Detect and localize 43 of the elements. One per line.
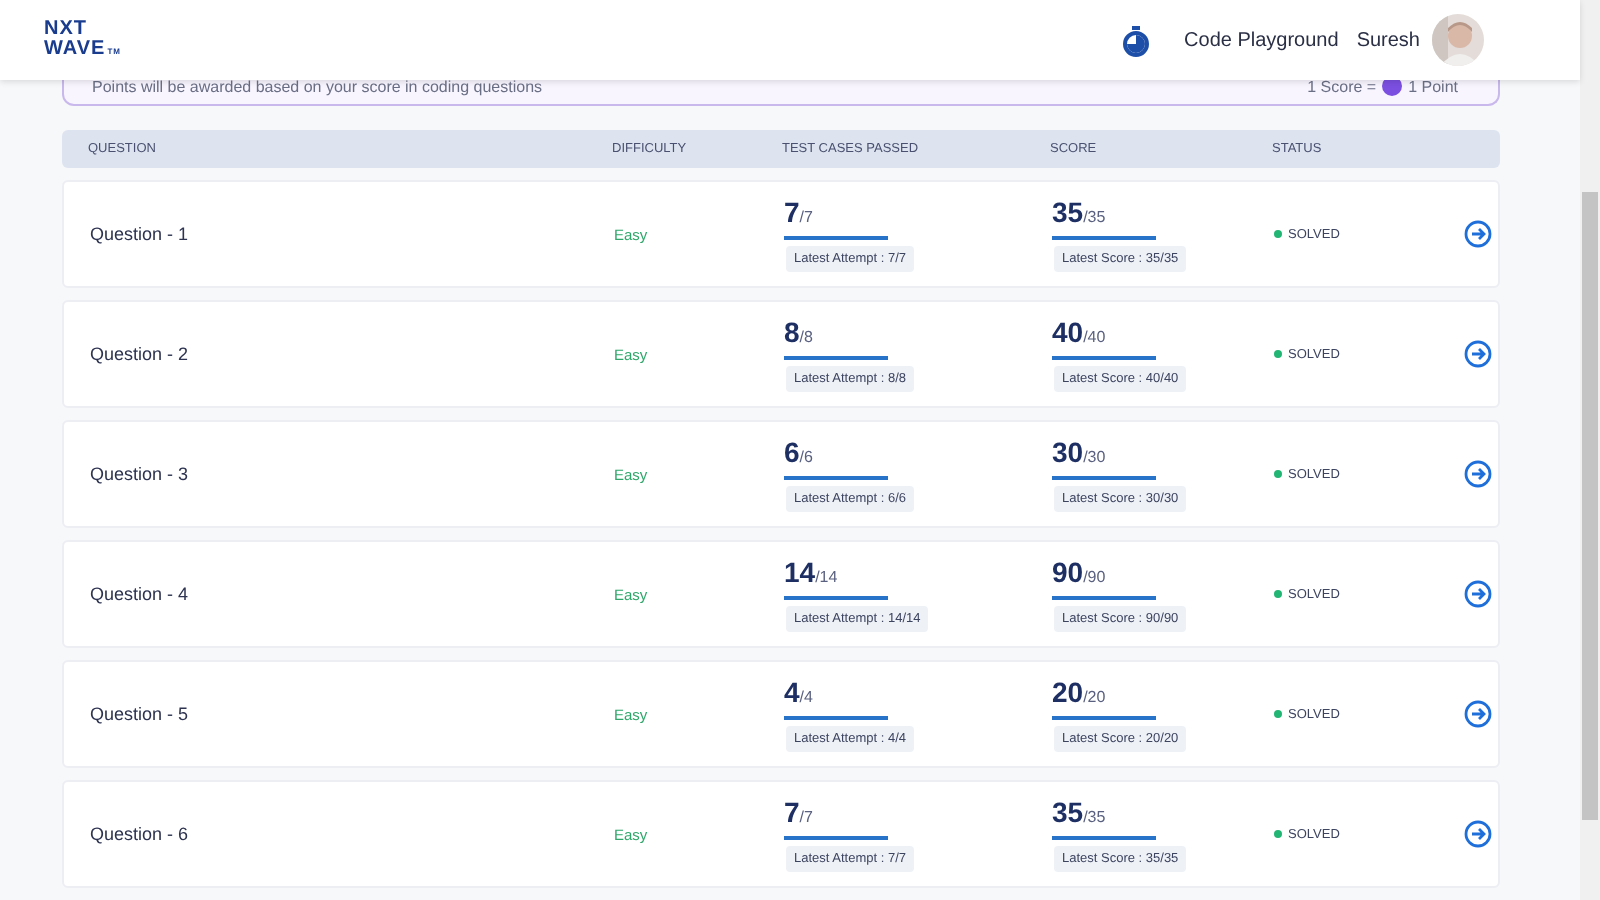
fraction-value: 4/4 (784, 677, 813, 711)
accent-bar (784, 235, 888, 239)
question-title: Question - 5 (90, 704, 191, 724)
fraction-value: 7/7 (784, 797, 813, 831)
user-name: Suresh (1356, 29, 1420, 51)
question-title: Question - 6 (90, 824, 191, 844)
accent-bar (784, 355, 888, 359)
accent-bar (1052, 595, 1156, 599)
stopwatch-icon[interactable] (1120, 23, 1153, 57)
question-title: Question - 4 (90, 584, 191, 604)
accent-bar (1052, 475, 1156, 479)
accent-bar (1052, 235, 1156, 239)
fraction-value: 35/35 (1052, 197, 1106, 231)
question-title: Question - 2 (90, 344, 191, 364)
accent-bar (784, 835, 888, 839)
accent-bar (1052, 355, 1156, 359)
arrow-right-icon[interactable] (1464, 580, 1492, 608)
fraction-value: 20/20 (1052, 677, 1106, 711)
question-title: Question - 3 (90, 464, 191, 484)
arrow-right-icon[interactable] (1464, 340, 1492, 368)
fraction-value: 14/14 (784, 557, 838, 591)
arrow-right-icon[interactable] (1464, 220, 1492, 248)
fraction-value: 30/30 (1052, 437, 1106, 471)
arrow-right-icon[interactable] (1464, 460, 1492, 488)
fraction-value: 40/40 (1052, 317, 1106, 351)
fraction-value: 7/7 (784, 197, 813, 231)
accent-bar (784, 715, 888, 719)
fraction-value: 35/35 (1052, 797, 1106, 831)
banner-text: Points will be awarded based on your score in coding questions (92, 78, 543, 96)
accent-bar (1052, 715, 1156, 719)
rule-text: 1 Point (1408, 77, 1458, 95)
arrow-right-icon[interactable] (1464, 700, 1492, 728)
fraction-value: 8/8 (784, 317, 813, 351)
scrollbar[interactable] (1580, 0, 1600, 900)
accent-bar (784, 475, 888, 479)
accent-bar (784, 595, 888, 599)
accent-bar (1052, 835, 1156, 839)
rule-text: 1 Score = (1307, 77, 1377, 95)
fraction-value: 6/6 (784, 437, 813, 471)
question-title: Question - 1 (90, 224, 191, 244)
arrow-right-icon[interactable] (1464, 820, 1492, 848)
fraction-value: 90/90 (1052, 557, 1106, 591)
nav-link[interactable]: Code Playground (1184, 29, 1339, 51)
